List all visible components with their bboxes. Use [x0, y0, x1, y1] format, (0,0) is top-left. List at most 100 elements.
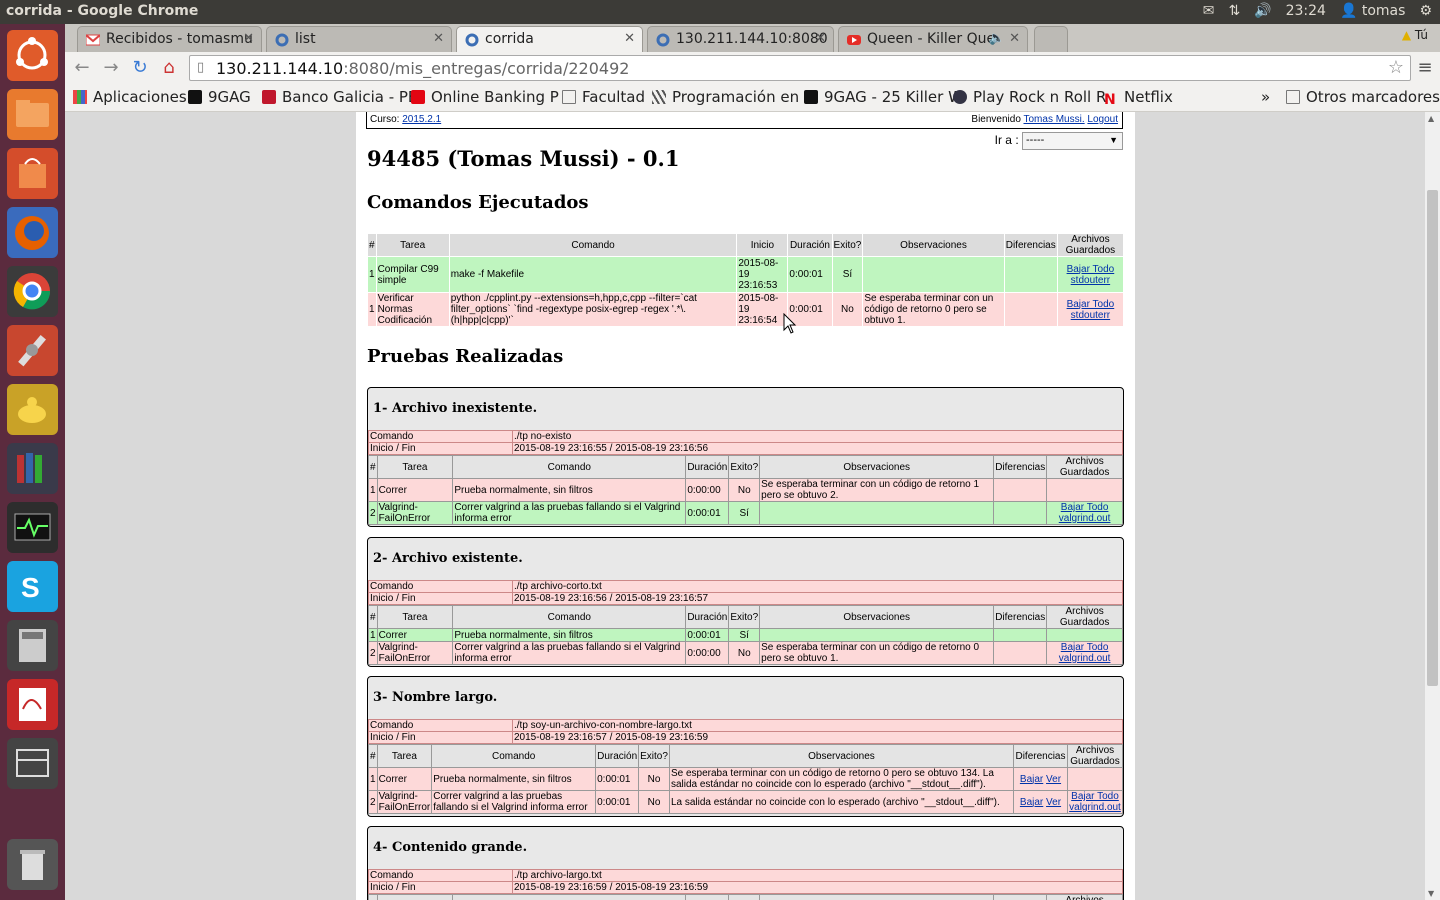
close-icon[interactable]: ✕ [243, 31, 254, 46]
address-bar[interactable]: ▯ 130.211.144.10:8080/mis_entregas/corri… [189, 55, 1411, 81]
files-link[interactable]: Bajar Todo [1071, 791, 1119, 802]
files-link[interactable]: Bajar Todo [1067, 299, 1115, 310]
page-header: Curso: 2015.2.1 Bienvenido Tomas Mussi. … [366, 112, 1123, 129]
forward-arrow-icon[interactable]: → [99, 57, 123, 79]
bookmark-label: Banco Galicia - PE [282, 88, 418, 106]
goto-select[interactable]: ----- [1022, 132, 1123, 150]
bookmark-apps[interactable]: Aplicaciones [73, 88, 187, 106]
bookmark-facultad[interactable]: Facultad [562, 88, 645, 106]
bookmark-rock-n-roll[interactable]: Play Rock n Roll R [953, 88, 1106, 106]
command-row: 1 Verificar Normas Codificación python ./c… [367, 292, 1125, 327]
library-icon[interactable] [7, 443, 58, 494]
task-name: Correr [376, 478, 454, 502]
files-link[interactable]: valgrind.out [1069, 802, 1121, 813]
calculator-icon[interactable] [7, 620, 58, 671]
bookmark-netflix[interactable]: N Netflix [1104, 88, 1173, 107]
row-number: 1 [368, 478, 378, 502]
info-row: Comando ./tp archivo-largo.txt [368, 869, 1123, 882]
software-center-icon[interactable] [7, 148, 58, 199]
test-box: 2- Archivo existente. Comando ./tp archivo… [367, 537, 1124, 667]
document-viewer-icon[interactable] [7, 679, 58, 730]
files-link[interactable]: stdouterr [1071, 310, 1110, 321]
profile-badge[interactable]: ▲ Tú [1396, 26, 1434, 44]
reload-icon[interactable]: ↻ [128, 57, 152, 79]
step-row: 2 Valgrind-FailOnError Correr valgrind a l… [368, 790, 1123, 814]
logout-link[interactable]: Logout [1087, 114, 1118, 125]
info-label: Inicio / Fin [368, 881, 513, 894]
chrome-icon[interactable] [7, 266, 58, 317]
bookmark-programacion[interactable]: Programación en [652, 88, 799, 106]
welcome-label: Bienvenido [971, 114, 1021, 125]
settings-gear-icon[interactable]: ⚙ [1419, 3, 1432, 19]
diff-link[interactable]: Bajar [1020, 797, 1043, 808]
column-header: Archivos Guardados [1046, 455, 1123, 479]
tab-server[interactable]: 130.211.144.10:8080 ✕ [647, 26, 834, 52]
firefox-icon[interactable] [7, 207, 58, 258]
info-value: ./tp soy-un-archivo-con-nombre-largo.txt [512, 719, 1123, 732]
skype-icon[interactable]: S [7, 561, 58, 612]
duration: 0:00:01 [685, 628, 730, 642]
volume-icon[interactable]: 🔊 [1254, 3, 1271, 19]
close-icon[interactable]: ✕ [815, 31, 826, 46]
home-icon[interactable]: ⌂ [157, 57, 181, 79]
diff-link[interactable]: Bajar [1020, 774, 1043, 785]
mail-icon[interactable]: ✉ [1203, 3, 1215, 19]
tab-gmail[interactable]: Recibidos - tomasmu ✕ [77, 26, 262, 52]
bookmark-label: Play Rock n Roll R [973, 88, 1107, 106]
files-link[interactable]: stdouterr [1071, 275, 1110, 286]
scrollbar-thumb[interactable] [1427, 190, 1438, 686]
genie-icon[interactable] [7, 384, 58, 435]
bookmark-label: Facultad [582, 88, 645, 106]
files-link[interactable]: Bajar Todo [1061, 502, 1109, 513]
tab-label: Queen - Killer Que [867, 31, 996, 47]
close-icon[interactable]: ✕ [1009, 31, 1020, 46]
files-link[interactable]: valgrind.out [1059, 513, 1111, 524]
tab-youtube[interactable]: Queen - Killer Que 🔈 ✕ [838, 26, 1028, 52]
bookmark-9gag[interactable]: 9GAG [188, 88, 251, 106]
row-number: 2 [368, 790, 378, 814]
bookmark-star-icon[interactable]: ☆ [1388, 57, 1404, 78]
user-menu[interactable]: 👤 tomas [1340, 3, 1405, 19]
close-icon[interactable]: ✕ [433, 31, 444, 46]
clock[interactable]: 23:24 [1286, 3, 1326, 19]
scroll-up-arrow-icon[interactable]: ▲ [1428, 114, 1434, 123]
network-icon[interactable]: ⇅ [1228, 3, 1240, 19]
browser-window: Recibidos - tomasmu ✕ list ✕ corrida ✕ 1… [65, 24, 1440, 900]
bookmark-9gag-killer[interactable]: 9GAG - 25 Killer W [804, 88, 963, 106]
bookmark-label: 9GAG - 25 Killer W [824, 88, 963, 106]
course-link[interactable]: 2015.2.1 [402, 114, 441, 125]
user-link[interactable]: Tomas Mussi. [1024, 114, 1085, 125]
scroll-down-arrow-icon[interactable]: ▼ [1428, 889, 1434, 898]
bookmark-online-banking[interactable]: Online Banking P [411, 88, 559, 106]
diff-link[interactable]: Ver [1046, 797, 1061, 808]
files-link[interactable]: Bajar Todo [1067, 264, 1115, 275]
trash-icon[interactable] [7, 839, 58, 890]
page-viewport: Curso: 2015.2.1 Bienvenido Tomas Mussi. … [65, 112, 1425, 900]
back-arrow-icon[interactable]: ← [70, 57, 94, 79]
tab-corrida[interactable]: corrida ✕ [456, 26, 643, 52]
bookmarks-overflow-chevron[interactable]: » [1261, 88, 1270, 106]
differences: Bajar Ver [1013, 790, 1068, 814]
tab-list[interactable]: list ✕ [266, 26, 452, 52]
system-settings-icon[interactable] [7, 325, 58, 376]
chrome-menu-icon[interactable]: ≡ [1413, 57, 1437, 79]
diff-link[interactable]: Ver [1046, 774, 1061, 785]
bookmark-other[interactable]: Otros marcadores [1286, 88, 1440, 106]
test-box: 3- Nombre largo. Comando ./tp soy-un-archi… [367, 676, 1124, 817]
column-header: Duración [685, 894, 730, 900]
files-link[interactable]: valgrind.out [1059, 653, 1111, 664]
info-value: 2015-08-19 23:16:59 / 2015-08-19 23:16:5… [512, 881, 1123, 894]
url-host: 130.211.144.10 [216, 59, 344, 78]
workspace-switcher-icon[interactable] [7, 738, 58, 789]
close-icon[interactable]: ✕ [624, 31, 635, 46]
files-icon[interactable] [7, 89, 58, 140]
course-label: Curso: [370, 114, 400, 125]
system-monitor-icon[interactable] [7, 502, 58, 553]
dash-home-icon[interactable] [7, 30, 58, 81]
info-label: Inicio / Fin [368, 731, 513, 744]
new-tab-button[interactable] [1034, 26, 1068, 52]
files-link[interactable]: Bajar Todo [1061, 642, 1109, 653]
bookmark-banco-galicia[interactable]: Banco Galicia - PE [262, 88, 417, 106]
observations [862, 256, 1005, 293]
page-scrollbar[interactable]: ▲ ▼ [1425, 112, 1440, 900]
